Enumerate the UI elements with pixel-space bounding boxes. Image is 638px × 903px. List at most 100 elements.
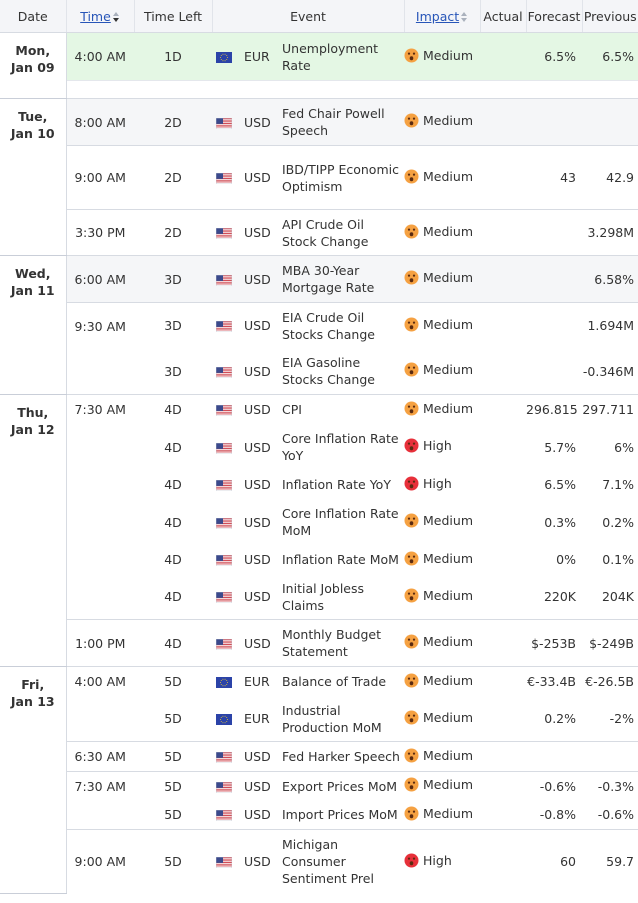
forecast-cell xyxy=(526,349,582,395)
actual-cell xyxy=(480,666,527,697)
time-cell: 9:00 AM xyxy=(66,829,134,894)
table-row[interactable]: Tue, Jan 10 8:00 AM 2D USD Fed Chair Powe… xyxy=(0,98,638,256)
event-name[interactable]: EIA Gasoline Stocks Change xyxy=(278,349,404,395)
previous-cell: 6.5% xyxy=(582,32,638,81)
currency-cell: USD xyxy=(244,302,278,349)
event-name[interactable]: Export Prices MoM xyxy=(278,771,405,801)
forecast-cell xyxy=(526,209,583,256)
forecast-cell: -0.8% xyxy=(539,807,577,823)
us-flag-icon xyxy=(216,442,232,454)
event-name[interactable]: MBA 30-Year Mortgage Rate xyxy=(278,255,405,303)
previous-cell: 59.7 xyxy=(582,829,638,894)
event-name[interactable]: CPI xyxy=(278,394,405,425)
date-cell: Mon, Jan 09 xyxy=(0,32,67,99)
time-left-cell: 5D xyxy=(134,771,212,801)
table-row[interactable]: Thu, Jan 12 7:30 AM 4D USD CPI Medium 296… xyxy=(0,394,638,667)
event-name[interactable]: Fed Harker Speech xyxy=(278,741,405,772)
previous-cell: 3.298M xyxy=(582,209,638,256)
forecast-cell xyxy=(526,741,583,772)
previous-cell: 6% xyxy=(614,439,635,455)
us-flag-icon xyxy=(216,274,232,286)
event-name[interactable]: Unemployment Rate xyxy=(278,32,405,81)
table-row[interactable]: 9:00 AM 2D USD IBD/TIPP Economic Optimis… xyxy=(0,145,638,210)
impact-label: Medium xyxy=(423,316,473,332)
eu-flag-icon xyxy=(216,677,232,689)
actual-cell xyxy=(480,394,527,425)
header-actual: Actual xyxy=(479,0,527,33)
actual-cell xyxy=(480,470,526,500)
date-cell: Fri, Jan 13 xyxy=(0,666,67,894)
table-row[interactable]: Mon, Jan 09 4:00 AM 1D EUR Unemployment R… xyxy=(0,32,638,99)
impact-label: High xyxy=(423,852,452,868)
event-name[interactable]: Fed Chair Powell Speech xyxy=(278,98,405,146)
time-left-cell: 4D xyxy=(164,589,182,605)
forecast-cell: 296.815 xyxy=(526,394,583,425)
actual-cell xyxy=(480,349,526,395)
currency-cell: USD xyxy=(244,255,278,303)
event-name[interactable]: API Crude Oil Stock Change xyxy=(278,209,405,256)
header-impact-sort[interactable]: Impact xyxy=(403,0,481,33)
actual-cell xyxy=(480,32,527,81)
event-name[interactable]: IBD/TIPP Economic Optimism xyxy=(278,145,405,210)
event-name[interactable]: Core Inflation Rate MoM xyxy=(278,500,404,545)
previous-cell: 0.2% xyxy=(602,514,635,530)
table-row[interactable]: 9:30 AM 3D USD EIA Crude Oil Stocks Chan… xyxy=(0,302,638,395)
medium-impact-icon xyxy=(404,748,419,763)
us-flag-icon xyxy=(216,517,232,529)
event-name[interactable]: Monthly Budget Statement xyxy=(278,619,405,667)
medium-impact-icon xyxy=(404,113,419,128)
currency-cell: USD xyxy=(244,363,271,379)
previous-cell: 6.58% xyxy=(582,255,638,303)
actual-cell xyxy=(480,500,526,545)
actual-cell xyxy=(480,98,527,146)
impact-label: Medium xyxy=(423,168,473,184)
impact-label: Medium xyxy=(423,113,473,128)
header-time-sort[interactable]: Time xyxy=(65,0,134,33)
event-name[interactable]: Import Prices MoM xyxy=(278,801,404,830)
forecast-cell: -0.6% xyxy=(526,771,583,801)
impact-label: Medium xyxy=(423,747,473,763)
event-name[interactable]: Core Inflation Rate YoY xyxy=(278,425,404,470)
time-cell: 3:30 PM xyxy=(66,209,134,256)
time-cell: 4:00 AM xyxy=(65,32,134,81)
table-row[interactable]: 1:00 PM 4D USD Monthly Budget Statement … xyxy=(0,619,638,667)
event-name[interactable]: EIA Crude Oil Stocks Change xyxy=(278,302,405,349)
medium-impact-icon xyxy=(404,317,419,332)
table-row[interactable]: 9:00 AM 5D USD Michigan Consumer Sentime… xyxy=(0,829,638,894)
event-name[interactable]: Industrial Production MoM xyxy=(278,697,404,742)
previous-cell: 0.1% xyxy=(602,552,635,567)
forecast-cell: 220K xyxy=(543,589,577,605)
event-name[interactable]: Inflation Rate MoM xyxy=(278,545,404,575)
impact-label: Medium xyxy=(423,805,473,821)
currency-cell: USD xyxy=(244,439,271,455)
medium-impact-icon xyxy=(404,777,419,792)
currency-cell: USD xyxy=(244,98,278,146)
previous-cell: -2% xyxy=(609,711,635,727)
sort-icon[interactable] xyxy=(461,11,468,22)
table-row[interactable]: 3:30 PM 2D USD API Crude Oil Stock Chang… xyxy=(0,209,638,256)
sort-icon[interactable] xyxy=(112,11,120,22)
time-left-cell: 4D xyxy=(164,514,182,530)
actual-cell xyxy=(480,619,527,667)
forecast-cell: 6.5% xyxy=(544,477,577,492)
currency-cell: USD xyxy=(244,619,278,667)
table-row[interactable]: 6:30 AM 5D USD Fed Harker Speech Medium xyxy=(0,741,638,772)
table-row[interactable]: Fri, Jan 13 4:00 AM 5D EUR Balance of Tra… xyxy=(0,666,638,894)
time-left-cell: 4D xyxy=(164,477,182,492)
event-name[interactable]: Inflation Rate YoY xyxy=(278,470,404,500)
time-left-cell: 5D xyxy=(164,807,182,823)
event-name[interactable]: Balance of Trade xyxy=(278,666,405,697)
event-name[interactable]: Michigan Consumer Sentiment Prel xyxy=(278,829,405,894)
forecast-cell xyxy=(526,255,583,303)
event-name[interactable]: Initial Jobless Claims xyxy=(278,575,404,620)
table-row[interactable]: 7:30 AM 5D USD Export Prices MoM Medium … xyxy=(0,771,638,830)
actual-cell xyxy=(480,145,527,210)
previous-cell: $-249B xyxy=(582,619,638,667)
currency-cell: USD xyxy=(244,145,278,210)
currency-cell: USD xyxy=(244,477,271,492)
impact-label: Medium xyxy=(423,550,473,566)
forecast-cell: 6.5% xyxy=(526,32,583,81)
table-row[interactable]: Wed, Jan 11 6:00 AM 3D USD MBA 30-Year Mo… xyxy=(0,255,638,395)
medium-impact-icon xyxy=(404,48,419,63)
forecast-cell xyxy=(526,302,583,349)
